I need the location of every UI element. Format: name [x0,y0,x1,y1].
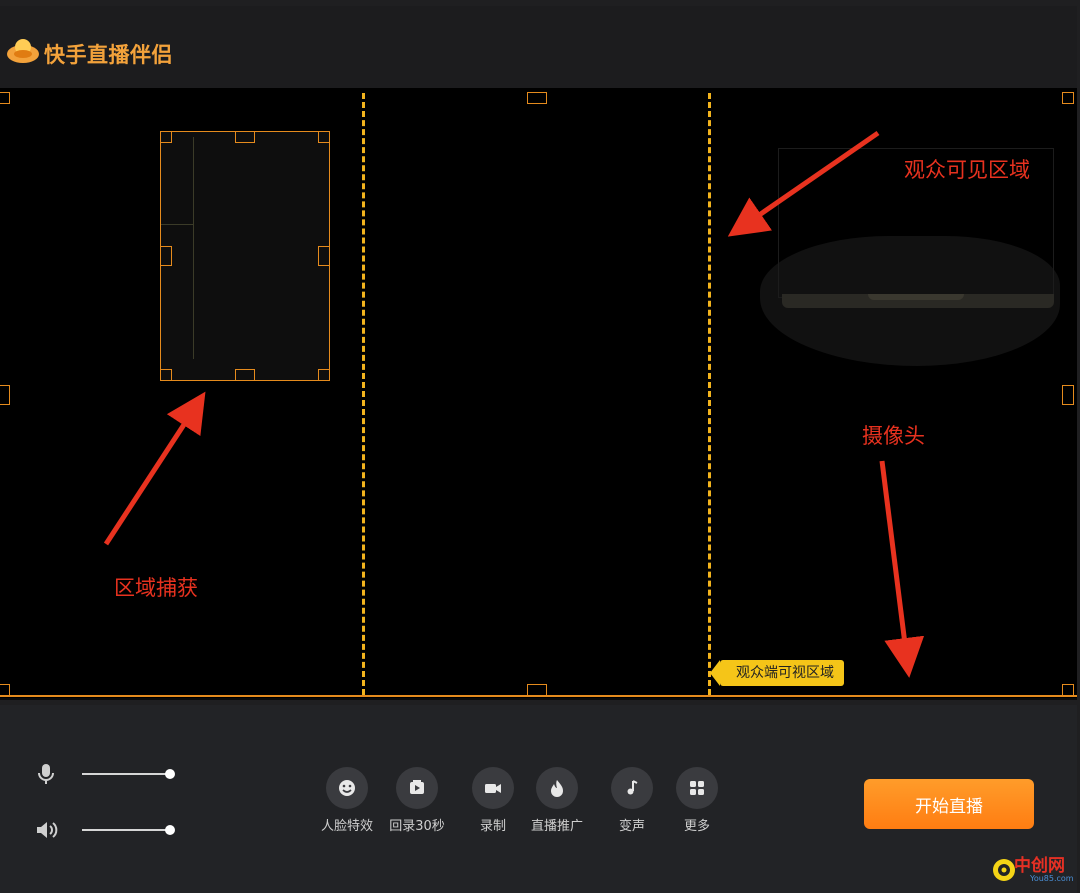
watermark-subtext: You85.com [1030,874,1074,883]
record-icon [472,767,514,809]
app-title: 快手直播伴侣 [44,43,173,67]
tool-replay-30s[interactable]: 回录30秒 [382,767,452,834]
tool-label: 人脸特效 [320,819,373,834]
tool-record[interactable]: 录制 [458,767,528,834]
arrow-to-viewer-boundary [727,130,880,237]
control-bar: 人脸特效 回录30秒 录制 直播推广 变声 更多 开始直播 [0,705,1077,893]
title-bar: 快手直播伴侣 [0,6,1077,88]
voice-change-icon [611,767,653,809]
annotation-viewer-visible: 观众可见区域 [904,158,1030,182]
speaker-volume-slider[interactable] [82,829,170,831]
tool-live-promotion[interactable]: 直播推广 [522,767,592,834]
tool-face-effect[interactable]: 人脸特效 [312,767,382,834]
start-live-button[interactable]: 开始直播 [864,779,1034,829]
tool-voice-change[interactable]: 变声 [597,767,667,834]
microphone-icon[interactable] [34,762,58,786]
annotation-camera: 摄像头 [862,424,925,448]
watermark-text: 中创网 [1014,856,1065,876]
tool-label: 录制 [479,819,506,834]
arrow-to-capture-box [103,391,206,546]
tool-label: 更多 [683,819,710,834]
mic-volume-slider[interactable] [82,773,170,775]
tool-label: 回录30秒 [389,819,445,834]
kuaishou-logo-icon [7,39,39,63]
flame-icon [536,767,578,809]
speaker-volume-knob[interactable] [165,825,175,835]
speaker-icon[interactable] [34,818,58,842]
tool-more[interactable]: 更多 [662,767,732,834]
app-window: 快手直播伴侣 观众端可视区域 区域捕获 观众可见区域 摄像头 人脸特效 回录30… [0,0,1080,893]
face-effect-icon [326,767,368,809]
live-preview-canvas[interactable]: 观众端可视区域 区域捕获 观众可见区域 摄像头 [0,88,1077,700]
tool-label: 直播推广 [530,819,583,834]
tool-label: 变声 [618,819,645,834]
replay-icon [396,767,438,809]
mic-volume-knob[interactable] [165,769,175,779]
arrow-to-camera [879,460,925,678]
annotation-region-capture: 区域捕获 [114,576,198,600]
grid-icon [676,767,718,809]
